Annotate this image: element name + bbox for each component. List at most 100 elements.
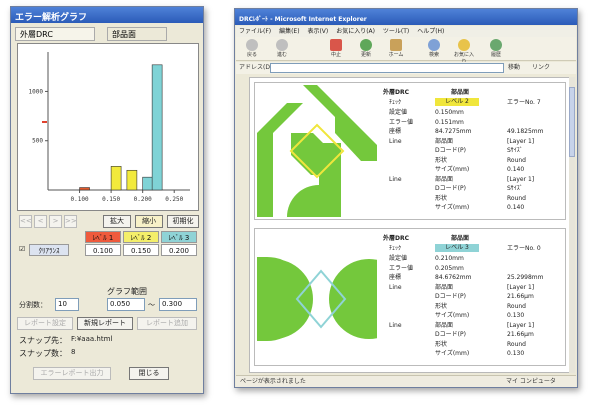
go-button[interactable]: 移動 [508,62,520,74]
panel-1-header: 外層DRC [383,89,410,96]
panel-2-row-7-col-2: [Layer 1] [507,321,535,329]
menu-view[interactable]: 表示(V) [307,28,328,35]
panel-2-row-5-col-2: Round [507,302,526,310]
panel-1-row-0-col-0: 設定値 [389,109,408,116]
first-page-button[interactable]: << [19,215,32,228]
zoom-in-button[interactable]: 拡大 [103,215,131,228]
panel-1-row-1-col-1: 0.151mm [435,118,464,126]
back-icon [246,39,258,51]
back-button[interactable]: 戻る [240,39,264,59]
panel-1-row-0-col-1: 0.150mm [435,109,464,116]
panel-2-row-0-col-0: 設定値 [389,255,408,262]
panel-2-row-7-col-0: Line [389,321,402,329]
level-1-value: 0.100 [85,244,121,256]
panel-1-row-3-col-0: Line [389,137,402,145]
panel-1-row-7-col-1: 部品面 [435,175,454,183]
panel-2-row-1-col-1: 0.205mm [435,264,464,272]
status-text: ページが表示されました [240,378,306,385]
x-tick-label: 0.200 [134,196,152,203]
address-input[interactable] [270,63,504,73]
x-tick-label: 0.150 [102,196,120,203]
panel-2-row-2-col-2: 25.2998mm [507,274,544,281]
level-2-swatch: ﾚﾍﾞﾙ 2 [123,231,159,243]
level-3-swatch: ﾚﾍﾞﾙ 3 [161,231,197,243]
level-2-value: 0.150 [123,244,159,256]
panel-1-level-badge: レベル 2 [435,98,479,106]
range-to-input[interactable]: 0.300 [159,298,197,311]
panel-1-row-7-col-2: [Layer 1] [507,175,535,183]
panel-1-check-label: ﾁｪｯｸ [389,99,402,106]
range-from-input[interactable]: 0.050 [107,298,145,311]
refresh-button[interactable]: 更新 [354,39,378,59]
panel-1-side: 部品面 [451,89,470,96]
panel-1-row-6-col-2: 0.140 [507,166,525,173]
bar-level-2 [110,166,122,191]
panel-2-row-10-col-2: 0.130 [507,350,525,357]
home-button[interactable]: ホーム [384,39,408,59]
panel-2-row-4-col-1: Dコード(P) [435,293,466,300]
drc-report-browser-window: DRCﾚﾎﾟｰﾄ - Microsoft Internet Explorer フ… [234,8,578,388]
y-tick-label: 500 [32,138,43,145]
snap-destination-label: スナップ先： [19,336,67,345]
forward-button[interactable]: 進む [270,39,294,59]
error-report-output-button[interactable]: エラーレポート出力 [33,367,111,380]
x-tick-label: 0.100 [71,196,89,203]
left-tab-row: 外層DRC 部品面 [15,27,199,41]
refresh-icon [360,39,372,51]
new-report-button[interactable]: 新規レポート [77,317,133,330]
split-count-select[interactable]: 10 [55,298,79,311]
panel-2-row-5-col-1: 形状 [435,302,448,310]
status-bar: ページが表示されました マイ コンピュータ [236,375,576,387]
address-label: アドレス(D) [239,64,273,71]
snap-count-label: スナップ数： [19,349,67,358]
close-button[interactable]: 閉じる [129,367,169,380]
stop-button[interactable]: 中止 [324,39,348,59]
stop-icon [330,39,342,51]
scrollbar-thumb[interactable] [569,87,575,157]
clearance-checkbox[interactable]: ☑ [19,245,25,253]
report-content: 外層DRC 部品面 ﾁｪｯｸ レベル 2 エラーNo. 7 設定値 0.150mm… [249,77,571,373]
tab-component-side[interactable]: 部品面 [107,27,167,41]
panel-1-row-6-col-1: サイズ(mm) [435,166,470,173]
panel-1-row-5-col-1: 形状 [435,156,448,164]
search-button[interactable]: 検索 [422,39,446,59]
panel-1-row-2-col-1: 84.7275mm [435,128,472,135]
report-panel-2: 外層DRC 部品面 ﾁｪｯｸ レベル 3 エラーNo. 0 設定値 0.210mm… [254,228,566,366]
panel-2-row-6-col-1: サイズ(mm) [435,312,470,319]
panel-2-row-8-col-2: 21.66μm [507,331,534,338]
reset-zoom-button[interactable]: 初期化 [167,215,199,228]
panel-2-row-8-col-1: Dコード(P) [435,331,466,338]
panel-1-row-4-col-2: Sｻｲｽﾞ [507,147,523,154]
panel-1-row-3-col-2: [Layer 1] [507,137,535,145]
last-page-button[interactable]: >> [64,215,77,228]
panel-1-pattern-image [257,85,377,217]
links-label[interactable]: リンク [532,62,550,74]
error-analysis-graph-window: エラー解析グラフ 外層DRC 部品面 1000 500 0.100 0.150 0.20… [10,6,204,394]
menu-file[interactable]: ファイル(F) [239,28,271,35]
prev-page-button[interactable]: < [34,215,47,228]
favorites-button[interactable]: お気に入り [452,39,476,65]
report-settings-button[interactable]: レポート設定 [17,317,73,330]
history-button[interactable]: 履歴 [484,39,508,59]
add-report-button[interactable]: レポート追加 [137,317,197,330]
snap-destination-value: F:¥aaa.html [71,335,113,343]
menu-edit[interactable]: 編集(E) [279,28,299,35]
panel-1-row-1-col-0: エラー値 [389,118,414,126]
zoom-out-button[interactable]: 縮小 [135,215,163,228]
tab-outer-drc[interactable]: 外層DRC [15,27,95,41]
menu-tools[interactable]: ツール(T) [383,28,409,35]
panel-2-row-9-col-2: Round [507,340,526,348]
panel-2-check-label: ﾁｪｯｸ [389,245,402,252]
clearance-label: ｸﾘｱﾗﾝｽ [29,244,69,256]
vertical-scrollbar[interactable] [569,77,575,373]
panel-1-error-no: エラーNo. 7 [507,99,541,106]
panel-2-row-3-col-1: 部品面 [435,283,454,291]
next-page-button[interactable]: > [49,215,62,228]
panel-2-row-1-col-0: エラー値 [389,264,414,272]
panel-2-row-2-col-1: 84.6762mm [435,274,472,281]
menu-help[interactable]: ヘルプ(H) [417,28,444,35]
menu-favorites[interactable]: お気に入り(A) [336,28,375,35]
browser-toolbar: 戻る 進む 中止 更新 ホーム 検索 お気に入り 履歴 [236,37,576,65]
level-3-value: 0.200 [161,244,197,256]
panel-1-row-2-col-2: 49.1825mm [507,128,544,135]
